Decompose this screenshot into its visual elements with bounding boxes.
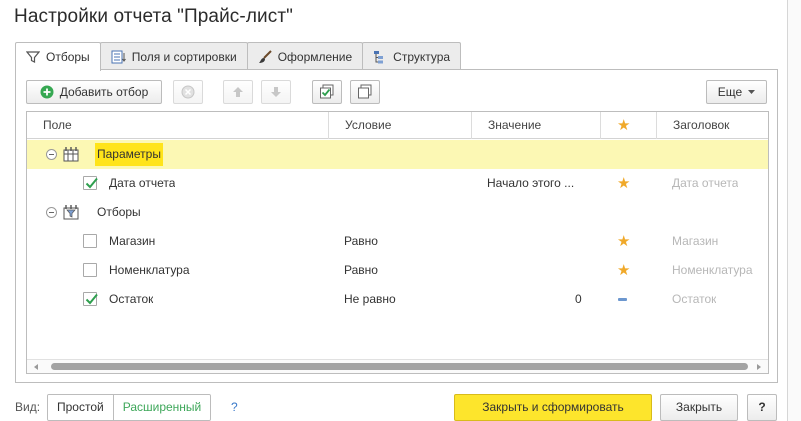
tab-filters-label: Отборы [46, 50, 90, 64]
more-label: Еще [717, 85, 743, 99]
tab-fields-sorting-label: Поля и сортировки [131, 49, 237, 64]
add-filter-label: Добавить отбор [59, 85, 149, 99]
close-button[interactable]: Закрыть [660, 394, 738, 421]
window-title: Настройки отчета "Прайс-лист" [14, 6, 293, 27]
check-all-button[interactable] [312, 80, 342, 104]
fields-icon [111, 50, 126, 63]
view-help-link[interactable]: ? [231, 400, 238, 414]
parameters-icon [63, 147, 79, 162]
collapse-icon[interactable] [46, 149, 57, 160]
add-filter-button[interactable]: Добавить отбор [26, 80, 162, 104]
column-caption[interactable]: Заголовок [656, 112, 768, 139]
table-header: Поле Условие Значение ★ Заголовок [27, 112, 768, 139]
table-row[interactable]: Номенклатура Равно ★ Номенклатура [27, 256, 768, 285]
row-checkbox[interactable] [83, 234, 97, 248]
table-row[interactable]: Параметры [27, 140, 768, 169]
row-field: Остаток [109, 292, 154, 306]
filter-icon [26, 51, 40, 63]
row-caption: Магазин [672, 234, 719, 248]
tab-fields-sorting[interactable]: Поля и сортировки [99, 42, 248, 70]
check-icon [85, 293, 98, 305]
column-user-settings-star[interactable]: ★ [600, 112, 656, 139]
row-caption: Номенклатура [672, 263, 753, 277]
star-icon[interactable]: ★ [617, 169, 630, 198]
filters-table: Поле Условие Значение ★ Заголовок Параме… [26, 111, 769, 374]
uncheck-all-button[interactable] [350, 80, 380, 104]
move-down-button[interactable] [261, 80, 291, 104]
add-icon [40, 85, 54, 99]
scrollbar-thumb[interactable] [51, 363, 748, 370]
row-checkbox[interactable] [83, 176, 98, 190]
row-field: Отборы [97, 205, 141, 219]
row-caption: Остаток [672, 292, 717, 306]
delete-button[interactable] [173, 80, 203, 104]
scroll-right-icon[interactable] [757, 364, 761, 370]
tab-structure[interactable]: Структура [362, 42, 462, 70]
table-row[interactable]: Отборы [27, 198, 768, 227]
star-icon[interactable]: ★ [617, 227, 630, 256]
chevron-down-icon [748, 89, 756, 94]
tab-appearance-label: Оформление [277, 49, 353, 64]
row-checkbox[interactable] [83, 292, 98, 306]
move-up-button[interactable] [223, 80, 253, 104]
arrow-down-icon [271, 87, 281, 97]
filter-group-icon [63, 205, 79, 220]
collapse-icon[interactable] [46, 207, 57, 218]
tab-structure-label: Структура [393, 49, 451, 64]
view-mode-extended[interactable]: Расширенный [113, 395, 211, 420]
row-field: Параметры [95, 143, 163, 166]
arrow-up-icon [233, 87, 243, 97]
row-value[interactable]: Начало этого ... [487, 169, 592, 198]
row-condition[interactable]: Равно [344, 256, 378, 285]
column-value[interactable]: Значение [471, 112, 600, 139]
help-button[interactable]: ? [747, 394, 777, 421]
close-and-generate-button[interactable]: Закрыть и сформировать [454, 394, 652, 421]
star-icon[interactable]: ★ [617, 256, 630, 285]
view-label: Вид: [15, 400, 41, 414]
tab-filters[interactable]: Отборы [15, 42, 101, 71]
column-field[interactable]: Поле [27, 112, 328, 139]
dash-icon[interactable] [618, 298, 627, 301]
view-mode-simple[interactable]: Простой [48, 395, 114, 420]
row-condition[interactable]: Не равно [344, 285, 396, 314]
check-all-icon [320, 84, 334, 99]
tab-appearance[interactable]: Оформление [246, 42, 364, 70]
window-scrollbar[interactable] [787, 0, 801, 421]
row-checkbox[interactable] [83, 263, 97, 277]
more-button[interactable]: Еще [706, 80, 767, 104]
table-row[interactable]: Магазин Равно ★ Магазин [27, 227, 768, 256]
uncheck-all-icon [358, 84, 372, 99]
horizontal-scrollbar[interactable] [27, 359, 768, 373]
view-mode-switch: Простой Расширенный [47, 394, 212, 421]
check-icon [85, 177, 98, 189]
row-value[interactable]: 0 [575, 285, 582, 314]
table-row[interactable]: Дата отчета Начало этого ... ★ Дата отче… [27, 169, 768, 198]
row-caption: Дата отчета [672, 176, 739, 190]
column-condition[interactable]: Условие [328, 112, 471, 139]
brush-icon [258, 49, 272, 63]
row-field: Номенклатура [109, 263, 190, 277]
row-field: Дата отчета [109, 176, 176, 190]
filters-panel: Добавить отбор Еще Поле Условие Значение… [15, 69, 778, 383]
scroll-left-icon[interactable] [34, 364, 38, 370]
table-row[interactable]: Остаток Не равно 0 Остаток [27, 285, 768, 314]
delete-icon [181, 85, 195, 99]
tab-bar: Отборы Поля и сортировки Оформление Стру… [15, 42, 462, 71]
row-field: Магазин [109, 234, 156, 248]
structure-icon [374, 50, 384, 63]
row-condition[interactable]: Равно [344, 227, 378, 256]
